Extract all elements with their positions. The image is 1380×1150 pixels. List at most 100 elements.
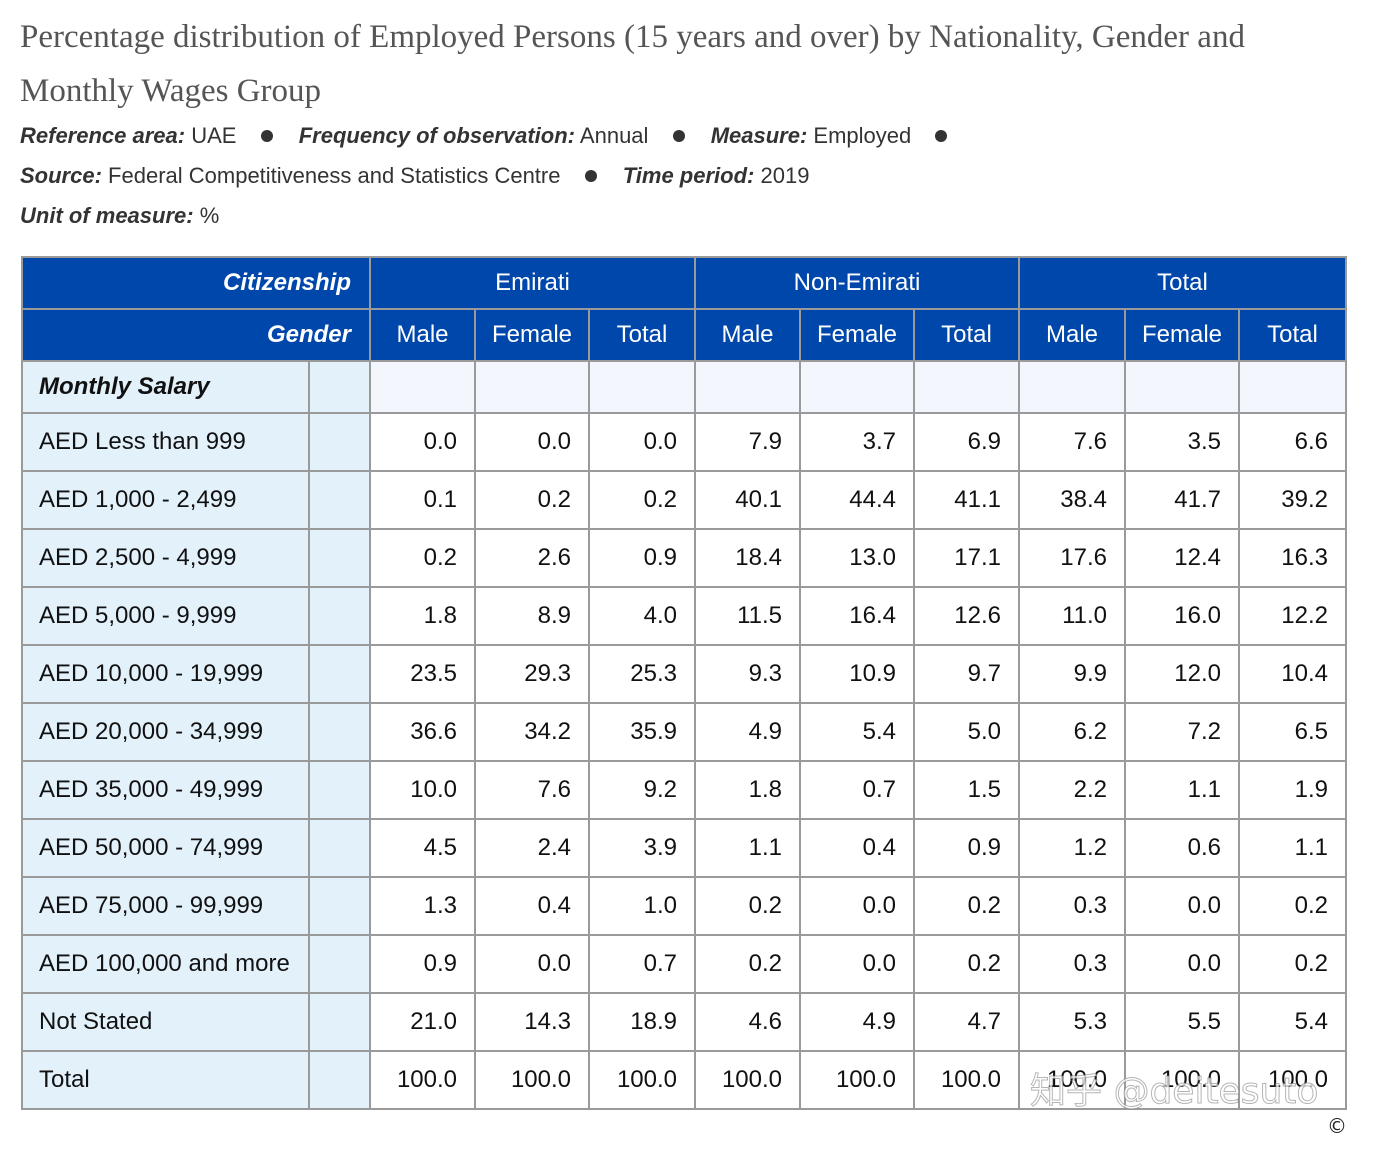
value-cell: 2.2 — [1018, 760, 1126, 820]
value-cell: 18.4 — [694, 528, 801, 588]
gender-header: Total — [913, 308, 1020, 362]
value-cell: 39.2 — [1238, 470, 1347, 530]
row-label: AED 1,000 - 2,499 — [21, 470, 310, 530]
value-cell: 8.9 — [474, 586, 590, 646]
spacer-cell — [308, 644, 371, 704]
blank-cell — [474, 360, 590, 414]
table-row: AED 75,000 - 99,999 1.3 0.4 1.0 0.2 0.0 0.2 0.3… — [21, 876, 1347, 936]
value-cell: 12.4 — [1124, 528, 1240, 588]
value-cell: 5.0 — [913, 702, 1020, 762]
gender-header: Female — [474, 308, 590, 362]
value-cell: 0.7 — [799, 760, 915, 820]
blank-cell — [369, 360, 476, 414]
value-cell: 1.5 — [913, 760, 1020, 820]
spacer-cell — [308, 412, 371, 472]
table-row: AED 5,000 - 9,999 1.8 8.9 4.0 11.5 16.4 12.6 11… — [21, 586, 1347, 646]
value-cell: 10.9 — [799, 644, 915, 704]
value-cell: 13.0 — [799, 528, 915, 588]
row-label: AED 5,000 - 9,999 — [21, 586, 310, 646]
value-cell: 0.2 — [913, 876, 1020, 936]
table-row: AED 50,000 - 74,999 4.5 2.4 3.9 1.1 0.4 0.9 1.2… — [21, 818, 1347, 878]
row-label: AED 20,000 - 34,999 — [21, 702, 310, 762]
value-cell: 100.0 — [799, 1050, 915, 1110]
spacer-cell — [308, 760, 371, 820]
value-cell: 0.2 — [694, 934, 801, 994]
spacer-cell — [308, 934, 371, 994]
gender-header: Male — [369, 308, 476, 362]
value-cell: 41.7 — [1124, 470, 1240, 530]
value-cell: 5.3 — [1018, 992, 1126, 1052]
table-row: AED 1,000 - 2,499 0.1 0.2 0.2 40.1 44.4 41.1 38… — [21, 470, 1347, 530]
value-cell: 29.3 — [474, 644, 590, 704]
gender-header: Total — [588, 308, 696, 362]
value-cell: 7.6 — [1018, 412, 1126, 472]
value-cell: 0.0 — [474, 934, 590, 994]
blank-cell — [913, 360, 1020, 414]
group-header-emirati: Emirati — [369, 256, 696, 310]
value-cell: 1.1 — [1238, 818, 1347, 878]
gender-label: Gender — [21, 308, 371, 362]
row-label: Total — [21, 1050, 310, 1110]
monthly-salary-row: Monthly Salary — [21, 360, 1347, 414]
row-label: AED 10,000 - 19,999 — [21, 644, 310, 704]
blank-cell — [588, 360, 696, 414]
value-cell: 0.1 — [369, 470, 476, 530]
table-row: Not Stated 21.0 14.3 18.9 4.6 4.9 4.7 5.3 5.5 5.4 — [21, 992, 1347, 1052]
page-title: Percentage distribution of Employed Pers… — [20, 19, 1245, 109]
separator-dot-icon — [584, 170, 597, 183]
table-row: AED 10,000 - 19,999 23.5 29.3 25.3 9.3 10.9 9.… — [21, 644, 1347, 704]
citizenship-label: Citizenship — [21, 256, 371, 310]
value-cell: 0.2 — [1238, 876, 1347, 936]
value-cell: 9.3 — [694, 644, 801, 704]
value-cell: 4.5 — [369, 818, 476, 878]
blank-cell — [799, 360, 915, 414]
row-label: AED 50,000 - 74,999 — [21, 818, 310, 878]
meta-line-3: Unit of measure: % — [20, 201, 1350, 231]
spacer-cell — [308, 876, 371, 936]
gender-header-row: Gender Male Female Total Male Female Tot… — [21, 308, 1347, 362]
value-cell: 7.6 — [474, 760, 590, 820]
value-cell: 0.4 — [474, 876, 590, 936]
value-cell: 100.0 — [694, 1050, 801, 1110]
value-cell: 4.7 — [913, 992, 1020, 1052]
value-cell: 9.7 — [913, 644, 1020, 704]
value-cell: 1.8 — [369, 586, 476, 646]
row-label: AED 35,000 - 49,999 — [21, 760, 310, 820]
value-cell: 12.2 — [1238, 586, 1347, 646]
gender-header: Female — [799, 308, 915, 362]
value-cell: 0.2 — [1238, 934, 1347, 994]
value-cell: 7.2 — [1124, 702, 1240, 762]
value-cell: 0.0 — [799, 934, 915, 994]
gender-header: Male — [1018, 308, 1126, 362]
value-cell: 16.0 — [1124, 586, 1240, 646]
group-header-total: Total — [1018, 256, 1347, 310]
spacer-cell — [308, 528, 371, 588]
value-cell: 16.4 — [799, 586, 915, 646]
gender-header: Total — [1238, 308, 1347, 362]
frequency-label: Frequency of observation: — [298, 123, 576, 148]
spacer-cell — [308, 992, 371, 1052]
value-cell: 0.0 — [1124, 934, 1240, 994]
reference-area-label: Reference area: — [20, 123, 186, 148]
row-label: AED 100,000 and more — [21, 934, 310, 994]
blank-cell — [1238, 360, 1347, 414]
value-cell: 23.5 — [369, 644, 476, 704]
copyright-icon: © — [1327, 1114, 1347, 1138]
value-cell: 40.1 — [694, 470, 801, 530]
value-cell: 0.2 — [474, 470, 590, 530]
spacer-cell — [308, 586, 371, 646]
value-cell: 12.0 — [1124, 644, 1240, 704]
value-cell: 9.2 — [588, 760, 696, 820]
value-cell: 41.1 — [913, 470, 1020, 530]
value-cell: 1.3 — [369, 876, 476, 936]
value-cell: 0.0 — [474, 412, 590, 472]
value-cell: 10.4 — [1238, 644, 1347, 704]
value-cell: 5.4 — [1238, 992, 1347, 1052]
value-cell: 2.6 — [474, 528, 590, 588]
meta-line-1: Reference area: UAE Frequency of observa… — [20, 121, 1350, 151]
gender-header: Female — [1124, 308, 1240, 362]
row-label: AED 2,500 - 4,999 — [21, 528, 310, 588]
spacer-cell — [308, 360, 371, 414]
unit-value: % — [199, 203, 220, 228]
blank-cell — [1124, 360, 1240, 414]
